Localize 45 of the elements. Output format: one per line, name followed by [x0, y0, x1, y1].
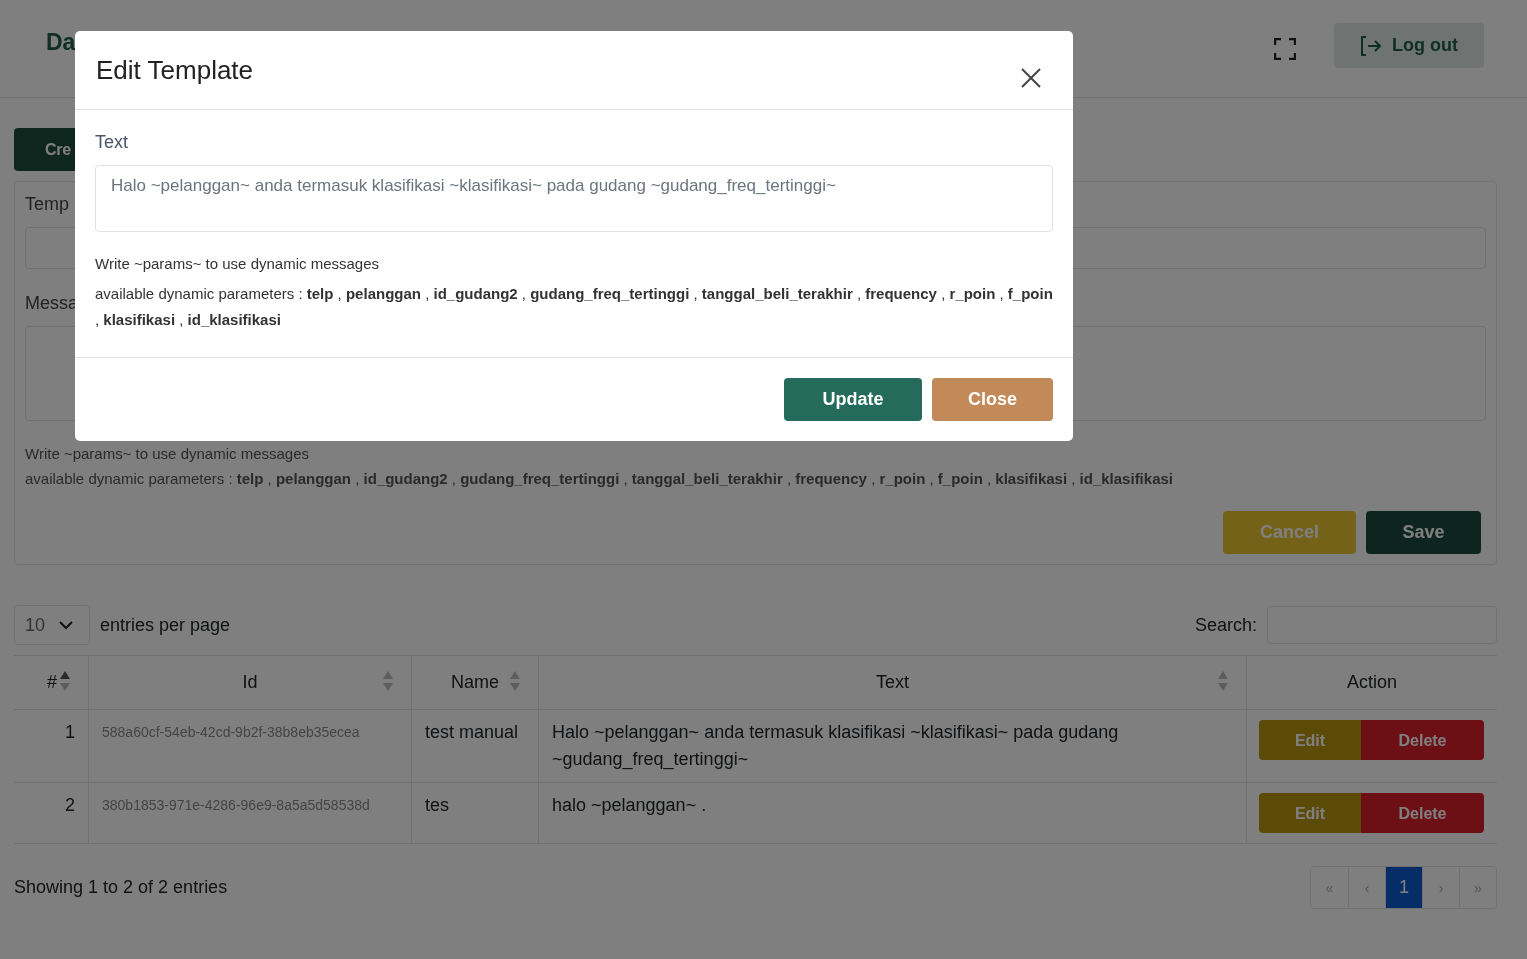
entries-info: Showing 1 to 2 of 2 entries	[14, 877, 228, 898]
save-button[interactable]: Save	[1366, 511, 1481, 554]
column-header[interactable]: Name	[451, 672, 499, 693]
parameters-text: available dynamic parameters : telp , pelanggan , id_gudang2 , gudang_freq_tertinggi , tanggal_beli_terakhir , frequency , r_poin , f_poin , klasifikasi , id_klasifikasi	[25, 470, 1174, 487]
logout-button[interactable]: Log out	[1334, 23, 1484, 68]
logout-icon	[1360, 34, 1382, 57]
update-button[interactable]: Update	[784, 378, 922, 421]
close-button[interactable]: Close	[932, 378, 1053, 421]
table-cell: halo ~pelanggan~ .	[538, 782, 1247, 844]
parameters-text: available dynamic parameters : telp , pelanggan , id_gudang2 , gudang_freq_tertinggi , tanggal_beli_terakhir , frequency , r_poin , f_poin , klasifikasi , id_klasifikasi	[95, 284, 1053, 330]
text-field[interactable]: Halo ~pelanggan~ anda termasuk klasifikasi ~klasifikasi~ pada gudang ~gudang_freq_tertinggi~	[95, 165, 1053, 232]
field-label: Text	[95, 132, 129, 153]
page-button[interactable]: »	[1459, 867, 1496, 908]
sort-icon[interactable]	[60, 670, 70, 692]
delete-button[interactable]: Delete	[1361, 793, 1484, 833]
column-header[interactable]: Text	[876, 672, 909, 693]
edit-button[interactable]: Edit	[1259, 720, 1361, 760]
modal-title: Edit Template	[96, 54, 255, 86]
column-header: Action	[1347, 672, 1397, 693]
column-header[interactable]: Id	[242, 672, 258, 693]
page-button[interactable]: 1	[1385, 867, 1422, 908]
delete-button[interactable]: Delete	[1361, 720, 1484, 760]
entries-label: entries per page	[100, 614, 231, 636]
chevron-down-icon	[59, 620, 74, 630]
column-header[interactable]: #	[47, 672, 57, 693]
table-cell: Halo ~pelanggan~ anda termasuk klasifikasi ~klasifikasi~ pada gudang ~gudang_freq_tertinggi~	[538, 709, 1247, 783]
table-cell: test manual	[411, 709, 539, 783]
table-cell: 1	[14, 709, 89, 783]
table-cell: 380b1853-971e-4286-96e9-8a5a5d58538d	[88, 782, 412, 844]
fullscreen-icon[interactable]	[1274, 37, 1296, 60]
help-text: Write ~params~ to use dynamic messages	[25, 445, 310, 462]
app-title: Da	[46, 29, 76, 56]
table-cell: 588a60cf-54eb-42cd-9b2f-38b8eb35ecea	[88, 709, 412, 783]
table-cell: 2	[14, 782, 89, 844]
page-size-select[interactable]: 10	[14, 605, 91, 645]
sort-icon[interactable]	[1218, 670, 1228, 692]
close-icon[interactable]	[1019, 66, 1043, 90]
edit-button[interactable]: Edit	[1259, 793, 1361, 833]
sort-icon[interactable]	[383, 670, 393, 692]
table-cell: tes	[411, 782, 539, 844]
sort-icon[interactable]	[510, 670, 520, 692]
create-button[interactable]: Cre	[14, 128, 75, 171]
field-label: Temp	[25, 194, 69, 215]
help-text: Write ~params~ to use dynamic messages	[95, 254, 380, 273]
search-label: Search:	[1194, 614, 1257, 636]
